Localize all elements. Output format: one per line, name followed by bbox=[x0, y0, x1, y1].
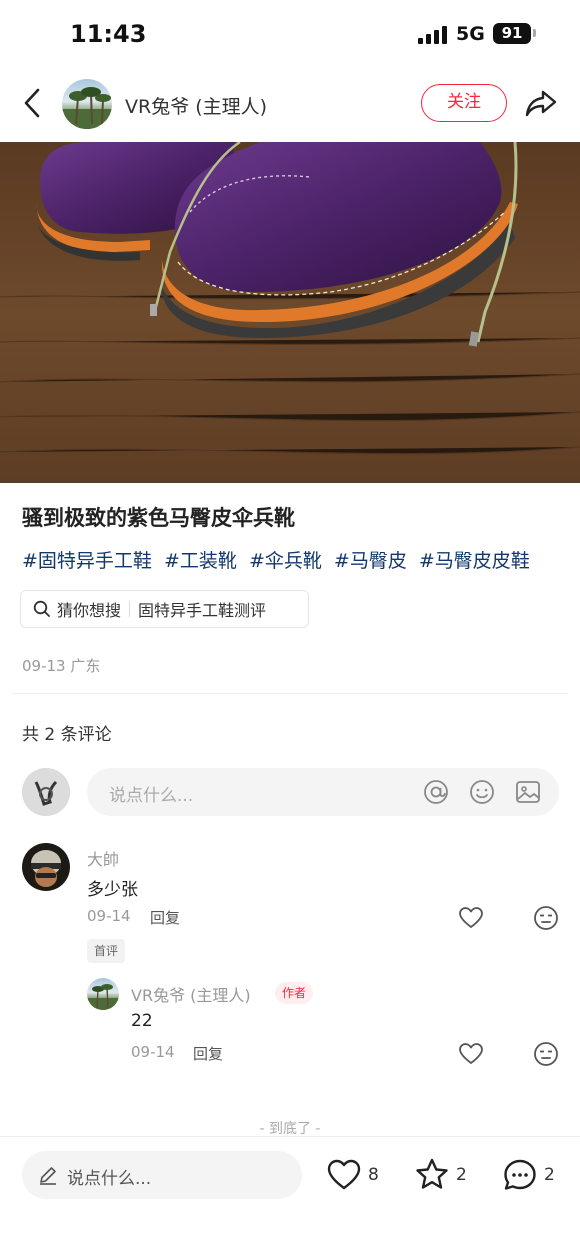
bottom-input-placeholder: 说点什么... bbox=[67, 1169, 152, 1189]
like-button[interactable]: 8 bbox=[326, 1155, 379, 1195]
my-avatar bbox=[22, 768, 70, 816]
pencil-icon bbox=[40, 1167, 56, 1185]
back-button[interactable] bbox=[18, 86, 48, 120]
collect-button[interactable]: 2 bbox=[414, 1155, 467, 1195]
author-name[interactable]: VR兔爷 (主理人) bbox=[125, 92, 267, 119]
reply-button[interactable]: 回复 bbox=[193, 1043, 223, 1064]
author-badge: 作者 bbox=[275, 982, 314, 1004]
reply-date: 09-14 bbox=[131, 1043, 175, 1061]
reply-button[interactable]: 回复 bbox=[150, 907, 180, 928]
commenter-avatar[interactable] bbox=[22, 843, 70, 891]
share-button[interactable] bbox=[524, 86, 558, 120]
collect-count: 2 bbox=[456, 1165, 467, 1185]
post-meta: 09-13 广东 bbox=[22, 657, 101, 675]
search-suggestion-chip[interactable]: 猜你想搜 固特异手工鞋测评 bbox=[20, 590, 309, 628]
first-comment-badge: 首评 bbox=[87, 939, 126, 963]
post-title: 骚到极致的紫色马臀皮伞兵靴 bbox=[22, 506, 295, 530]
bottom-action-bar: 说点什么... 8 2 2 bbox=[0, 1136, 580, 1255]
chevron-left-icon bbox=[24, 88, 40, 118]
status-bar: 11:43 5G 91 bbox=[0, 0, 580, 68]
comment-input-placeholder: 说点什么... bbox=[109, 786, 194, 806]
heart-icon[interactable] bbox=[458, 905, 484, 931]
follow-button[interactable]: 关注 bbox=[421, 84, 507, 122]
tag-link[interactable]: #伞兵靴 bbox=[249, 550, 322, 572]
image-icon[interactable] bbox=[515, 779, 541, 805]
emoji-icon[interactable] bbox=[469, 779, 495, 805]
search-icon bbox=[33, 600, 50, 617]
post-header: VR兔爷 (主理人) 关注 bbox=[0, 68, 580, 142]
heart-icon bbox=[327, 1159, 361, 1190]
mention-icon[interactable] bbox=[423, 779, 449, 805]
battery-cap bbox=[533, 29, 536, 37]
commenter-name[interactable]: 大帥 bbox=[87, 846, 119, 870]
battery-icon: 91 bbox=[493, 23, 531, 44]
section-divider bbox=[12, 693, 568, 694]
comment-date: 09-14 bbox=[87, 907, 131, 925]
author-avatar[interactable] bbox=[62, 79, 112, 129]
comment-bubble-icon bbox=[504, 1159, 536, 1190]
tag-link[interactable]: #固特异手工鞋 bbox=[22, 550, 152, 572]
tag-link[interactable]: #马臀皮皮鞋 bbox=[419, 550, 530, 572]
end-of-list-label: - 到底了 - bbox=[259, 1121, 321, 1137]
network-label: 5G bbox=[456, 23, 485, 45]
star-icon bbox=[416, 1158, 448, 1189]
heart-icon[interactable] bbox=[458, 1041, 484, 1067]
post-image[interactable] bbox=[0, 142, 580, 483]
reply-author-name[interactable]: VR兔爷 (主理人) bbox=[131, 982, 251, 1006]
divider bbox=[129, 601, 131, 617]
search-suggestion-query: 固特异手工鞋测评 bbox=[138, 601, 267, 620]
tag-link[interactable]: #马臀皮 bbox=[334, 550, 407, 572]
boots-photo bbox=[0, 142, 580, 483]
post-tags: #固特异手工鞋 #工装靴 #伞兵靴 #马臀皮 #马臀皮皮鞋 bbox=[22, 546, 536, 573]
reply-author-avatar[interactable] bbox=[87, 978, 119, 1010]
dislike-emoji-icon[interactable] bbox=[533, 905, 559, 931]
share-icon bbox=[525, 90, 557, 117]
comment-count-bottom: 2 bbox=[544, 1165, 555, 1185]
tag-link[interactable]: #工装靴 bbox=[164, 550, 237, 572]
like-count: 8 bbox=[368, 1165, 379, 1185]
dislike-emoji-icon[interactable] bbox=[533, 1041, 559, 1067]
status-time: 11:43 bbox=[70, 20, 147, 48]
comment-button[interactable]: 2 bbox=[502, 1155, 555, 1195]
comment-input[interactable]: 说点什么... bbox=[87, 768, 559, 816]
comment-count: 共 2 条评论 bbox=[22, 725, 112, 745]
bottom-comment-input[interactable]: 说点什么... bbox=[22, 1151, 302, 1199]
reply-text[interactable]: 22 bbox=[131, 1011, 153, 1031]
signal-icon bbox=[418, 24, 448, 44]
search-suggestion-prefix: 猜你想搜 bbox=[57, 601, 122, 620]
comment-text[interactable]: 多少张 bbox=[87, 875, 138, 900]
